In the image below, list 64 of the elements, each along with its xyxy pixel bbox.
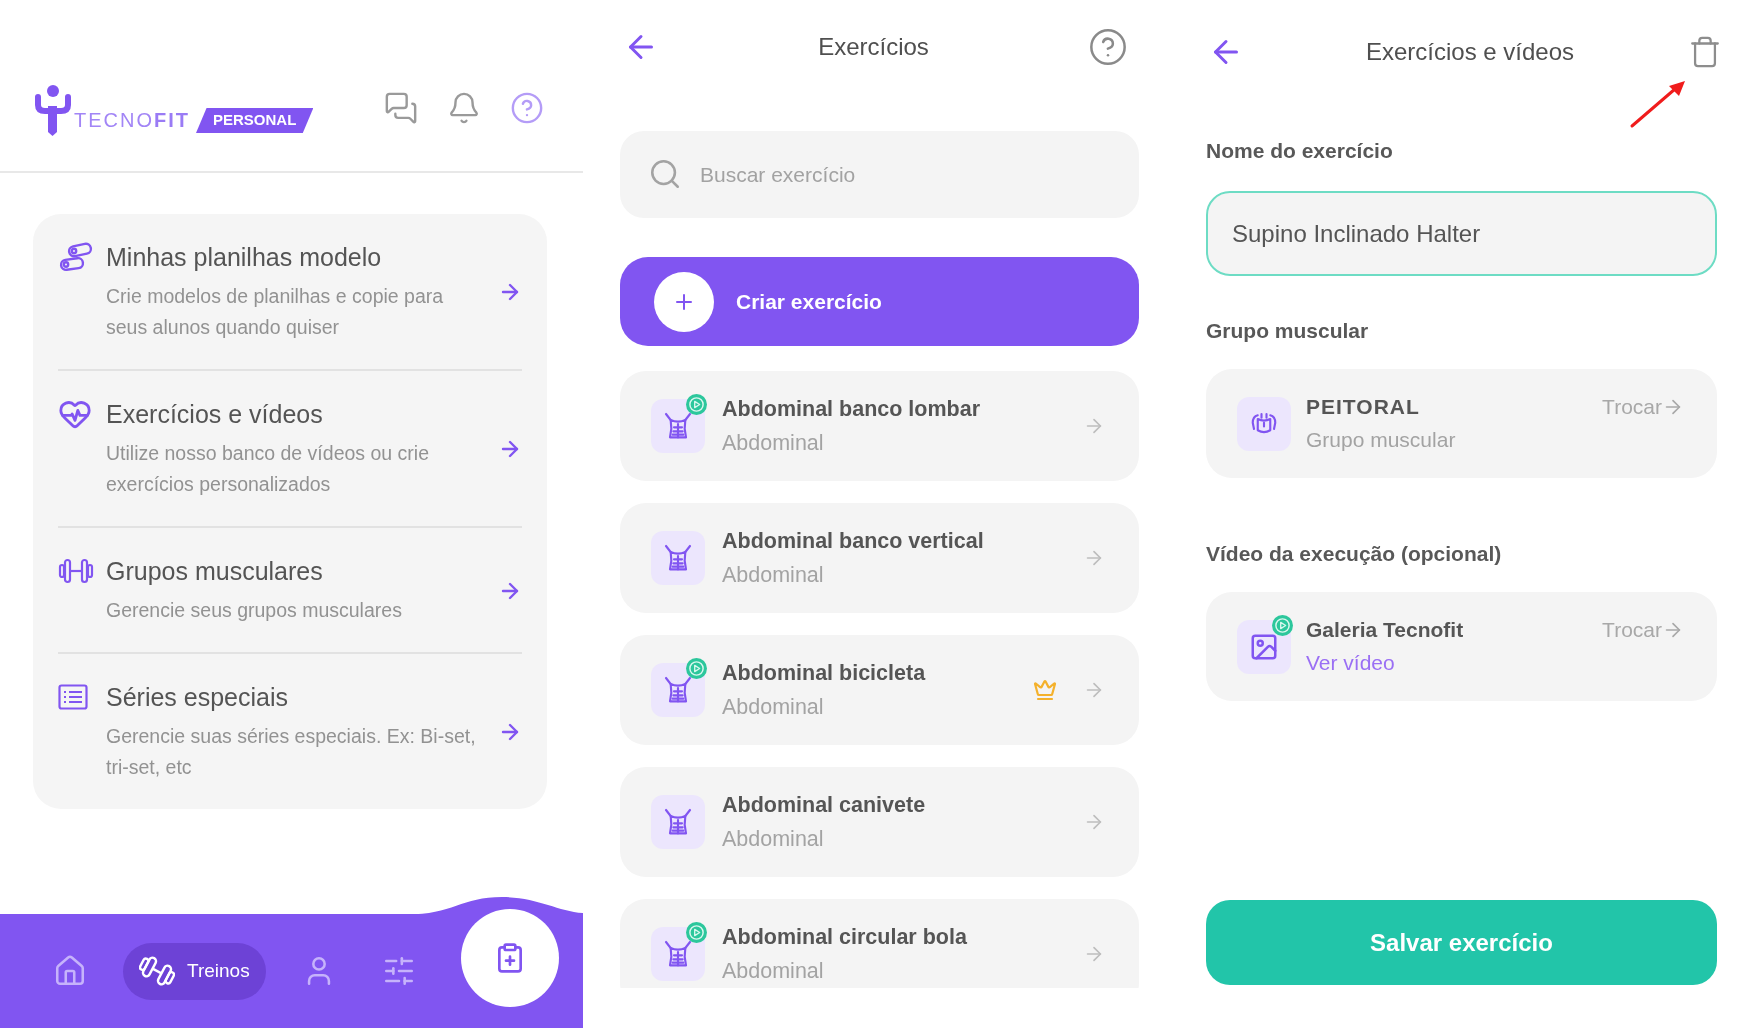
- menu-description: Crie modelos de planilhas e copie para seus alunos quando quiser: [106, 284, 445, 340]
- muscle-group-label: Abdominal: [722, 958, 825, 985]
- screen-title: Exercícios: [818, 32, 929, 62]
- exercise-name: Abdominal canivete: [722, 792, 927, 819]
- torso-icon: [651, 531, 705, 585]
- help-button[interactable]: [510, 91, 544, 125]
- person-logo-icon: [33, 84, 73, 136]
- dumbbell-icon: [58, 558, 94, 584]
- exercise-name: Abdominal circular bola: [722, 924, 968, 951]
- dumbbell-icon: [139, 955, 175, 987]
- exercise-item[interactable]: Abdominal banco lombar Abdominal: [620, 371, 1139, 481]
- menu-item[interactable]: Exercícios e vídeos Utilize nosso banco de vídeos ou crie exercícios personalizados: [58, 369, 522, 526]
- muscle-group-name: PEITORAL: [1306, 394, 1420, 420]
- menu-description: Gerencie seus grupos musculares: [106, 598, 403, 623]
- messages-button[interactable]: [384, 91, 418, 125]
- field-label: Vídeo da execução (opcional): [1206, 541, 1503, 567]
- footprints-icon: [58, 241, 94, 273]
- torso-icon: [651, 663, 705, 717]
- chat-icon: [384, 91, 418, 125]
- exercise-item[interactable]: Abdominal bicicleta Abdominal: [620, 635, 1139, 745]
- exercise-item[interactable]: Abdominal banco vertical Abdominal: [620, 503, 1139, 613]
- list-icon: [58, 684, 88, 710]
- help-icon: [510, 91, 544, 125]
- create-exercise-button[interactable]: Criar exercício: [620, 257, 1139, 346]
- muscle-group-label: Abdominal: [722, 694, 825, 721]
- muscle-group-caption: Grupo muscular: [1306, 427, 1457, 453]
- chest-icon: [1237, 396, 1291, 451]
- torso-icon: [651, 795, 705, 849]
- help-button[interactable]: [1088, 27, 1128, 67]
- video-source: Galeria Tecnofit: [1306, 617, 1464, 643]
- logo-tag: PERSONAL: [196, 108, 314, 133]
- menu-description: Utilize nosso banco de vídeos ou crie exercícios personalizados: [106, 441, 431, 497]
- exercise-name-input[interactable]: Supino Inclinado Halter: [1206, 191, 1717, 276]
- notifications-button[interactable]: [447, 91, 481, 125]
- exercise-item[interactable]: Abdominal canivete Abdominal: [620, 767, 1139, 877]
- field-label: Grupo muscular: [1206, 318, 1370, 344]
- menu-item[interactable]: Séries especiais Gerencie suas séries especiais. Ex: Bi-set, tri-set, etc: [58, 652, 522, 809]
- menu-title: Grupos musculares: [106, 556, 324, 587]
- menu-title: Exercícios e vídeos: [106, 399, 324, 430]
- search-field[interactable]: Buscar exercício: [620, 131, 1139, 218]
- exercise-item[interactable]: Abdominal circular bola Abdominal: [620, 899, 1139, 988]
- muscle-group-label: Abdominal: [722, 562, 825, 589]
- muscle-group-label: Abdominal: [722, 430, 825, 457]
- menu-title: Minhas planilhas modelo: [106, 242, 383, 273]
- muscle-group-label: Abdominal: [722, 826, 825, 853]
- menu-item[interactable]: Grupos musculares Gerencie seus grupos musculares: [58, 526, 522, 652]
- nav-tab[interactable]: Treinos: [123, 942, 266, 1000]
- torso-icon: [651, 399, 705, 453]
- field-label: Nome do exercício: [1206, 138, 1394, 164]
- image-icon: [1237, 619, 1291, 674]
- exercise-name: Abdominal banco vertical: [722, 528, 985, 555]
- menu-description: Gerencie suas séries especiais. Ex: Bi-set, tri-set, etc: [106, 724, 477, 780]
- screen-title: Exercícios e vídeos: [1365, 37, 1575, 67]
- torso-icon: [651, 927, 705, 981]
- exercise-name: Abdominal banco lombar: [722, 396, 982, 423]
- menu-item[interactable]: Minhas planilhas modelo Crie modelos de planilhas e copie para seus alunos quando quiser: [58, 214, 522, 369]
- bell-icon: [447, 91, 481, 125]
- logo-wordmark: TECNOFIT: [74, 108, 190, 132]
- menu-title: Séries especiais: [106, 682, 290, 713]
- exercise-name: Abdominal bicicleta: [722, 660, 927, 687]
- home-icon: [53, 954, 87, 988]
- annotation-arrow-icon: [1629, 79, 1687, 129]
- search-icon: [648, 157, 682, 191]
- help-icon: [1088, 27, 1128, 67]
